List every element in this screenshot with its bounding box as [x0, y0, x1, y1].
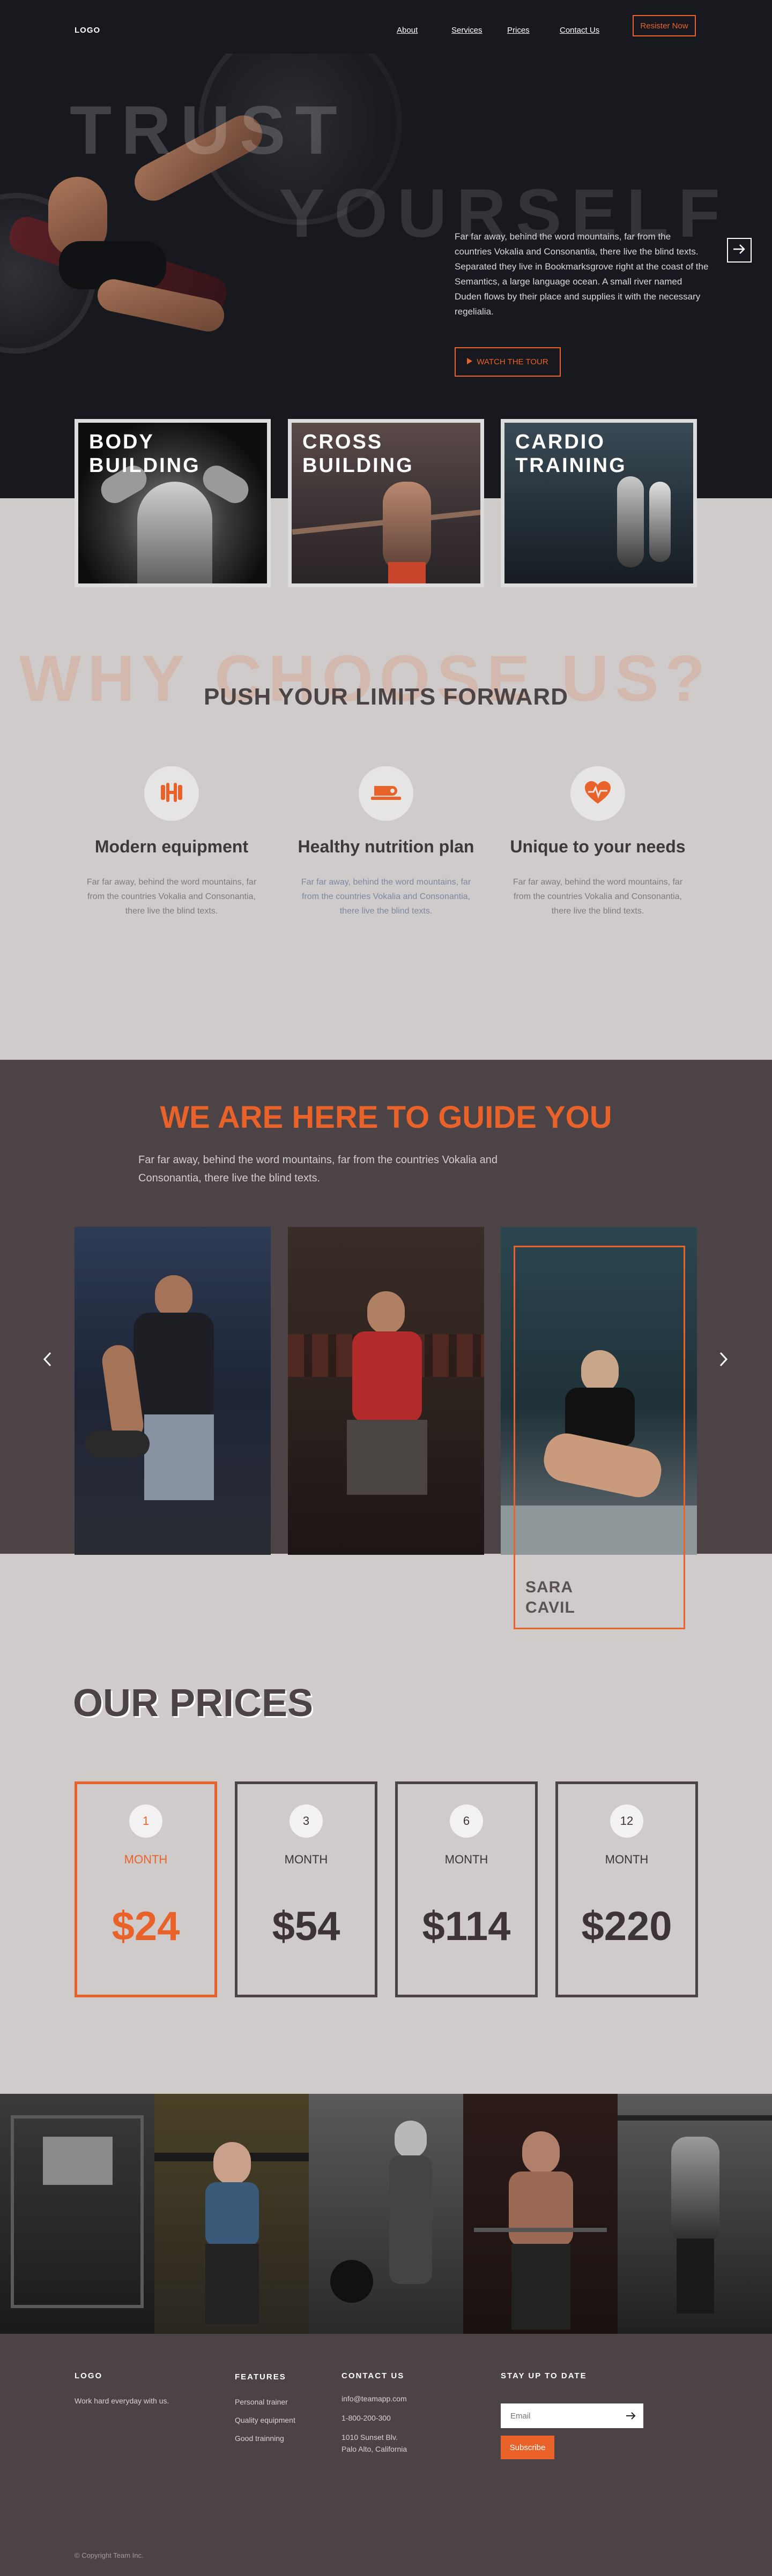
feature-text: Far far away, behind the word mountains,… — [301, 878, 471, 916]
trainer-card-1[interactable] — [75, 1227, 271, 1555]
nav-link-contact[interactable]: Contact Us — [560, 26, 599, 35]
feature-unique-needs: Unique to your needs Far far away, behin… — [507, 766, 689, 918]
plan-duration: 1 — [129, 1804, 162, 1838]
gallery-image-3 — [309, 2094, 463, 2334]
footer — [0, 2334, 772, 2576]
footer-link-good-training[interactable]: Good trainning — [235, 2432, 284, 2444]
service-title: CROSS BUILDING — [302, 431, 414, 477]
plan-unit: MONTH — [444, 1853, 488, 1866]
guide-text: Far far away, behind the word mountains,… — [138, 1154, 498, 1184]
trainers-prev-button[interactable] — [36, 1350, 58, 1372]
arrow-right-icon — [732, 244, 746, 257]
feature-title: Healthy nutrition plan — [298, 837, 474, 856]
footer-logo[interactable]: LOGO — [75, 2371, 102, 2380]
chevron-right-icon — [719, 1351, 728, 1372]
guide-title: WE ARE HERE TO GUIDE YOU — [160, 1100, 612, 1135]
plan-price: $114 — [422, 1904, 511, 1949]
heartbeat-icon — [584, 780, 612, 807]
why-section-title: PUSH YOUR LIMITS FORWARD — [204, 684, 568, 710]
top-navigation: LOGO About Services Prices Contact Us Re… — [0, 0, 772, 59]
hero-heading-trust: TRUST — [70, 92, 347, 169]
price-card-6-month[interactable]: 6 MONTH $114 — [395, 1781, 538, 1997]
footer-tagline: Work hard everyday with us. — [75, 2397, 169, 2405]
price-card-3-month[interactable]: 3 MONTH $54 — [235, 1781, 377, 1997]
price-card-12-month[interactable]: 12 MONTH $220 — [555, 1781, 698, 1997]
footer-contact-heading: CONTACT US — [342, 2371, 405, 2380]
nav-link-prices[interactable]: Prices — [507, 26, 530, 35]
service-card-cross-building[interactable]: CROSS BUILDING — [288, 419, 484, 587]
trainers-next-button[interactable] — [713, 1350, 734, 1372]
arrow-right-icon[interactable] — [623, 2408, 639, 2424]
gallery-image-4 — [463, 2094, 618, 2334]
service-title: BODY BUILDING — [89, 431, 201, 477]
footer-features-heading: FEATURES — [235, 2372, 286, 2382]
service-card-cardio-training[interactable]: CARDIO TRAINING — [501, 419, 697, 587]
nav-link-services[interactable]: Services — [451, 26, 482, 35]
feature-healthy-nutrition: Healthy nutrition plan Far far away, beh… — [295, 766, 477, 918]
footer-link-personal-trainer[interactable]: Personal trainer — [235, 2396, 288, 2408]
plan-unit: MONTH — [124, 1853, 168, 1866]
footer-newsletter-heading: STAY UP TO DATE — [501, 2371, 587, 2380]
footer-link-quality-equipment[interactable]: Quality equipment — [235, 2414, 295, 2426]
gallery-image-5 — [618, 2094, 772, 2334]
dumbbell-icon — [158, 782, 185, 806]
hero-paragraph-2: Separated they live in Bookmarksgrove ri… — [455, 261, 709, 317]
register-button[interactable]: Resister Now — [633, 15, 696, 36]
newsletter-email-input[interactable] — [510, 2411, 612, 2421]
gallery-image-1 — [0, 2094, 154, 2334]
feature-title: Modern equipment — [94, 837, 249, 856]
copyright: © Copyright Team Inc. — [75, 2551, 144, 2559]
plan-price: $24 — [112, 1904, 180, 1949]
price-card-1-month[interactable]: 1 MONTH $24 — [75, 1781, 217, 1997]
feature-title: Unique to your needs — [510, 837, 686, 856]
service-card-body-building[interactable]: BODY BUILDING — [75, 419, 271, 587]
watch-tour-label: WATCH THE TOUR — [477, 357, 548, 366]
footer-phone: 1-800-200-300 — [342, 2414, 391, 2422]
footer-address: 1010 Sunset Blv. Palo Alto, California — [342, 2433, 407, 2453]
hero-next-button[interactable] — [727, 238, 752, 263]
feature-text: Far far away, behind the word mountains,… — [513, 878, 683, 916]
plan-duration: 6 — [450, 1804, 483, 1838]
watch-tour-button[interactable]: WATCH THE TOUR — [455, 347, 561, 377]
plan-duration: 3 — [290, 1804, 323, 1838]
plan-unit: MONTH — [605, 1853, 649, 1866]
feature-text: Far far away, behind the word mountains,… — [86, 878, 257, 916]
footer-email[interactable]: info@teamapp.com — [342, 2393, 407, 2405]
hero-paragraph-1: Far far away, behind the word mountains,… — [455, 231, 699, 257]
plan-unit: MONTH — [284, 1853, 328, 1866]
trainer-photo-1 — [75, 1227, 271, 1555]
featured-trainer-frame — [514, 1246, 685, 1629]
trainer-photo-2 — [288, 1227, 484, 1555]
trainer-card-2[interactable] — [288, 1227, 484, 1555]
plan-duration: 12 — [610, 1804, 643, 1838]
chevron-left-icon — [43, 1351, 51, 1372]
service-title: CARDIO TRAINING — [515, 431, 627, 477]
apple-icon — [370, 781, 402, 807]
featured-trainer-name: SARA CAVIL — [525, 1578, 575, 1616]
plan-price: $220 — [581, 1904, 672, 1949]
gallery-image-2 — [154, 2094, 309, 2334]
plan-price: $54 — [272, 1904, 340, 1949]
subscribe-button[interactable]: Subscribe — [501, 2436, 554, 2459]
hero-description: Far far away, behind the word mountains,… — [455, 229, 709, 319]
play-icon — [467, 357, 473, 366]
logo[interactable]: LOGO — [75, 26, 100, 35]
newsletter-email-field — [501, 2403, 643, 2428]
feature-modern-equipment: Modern equipment Far far away, behind th… — [80, 766, 263, 918]
prices-title: OUR PRICES — [73, 1682, 314, 1725]
nav-link-about[interactable]: About — [397, 26, 418, 35]
